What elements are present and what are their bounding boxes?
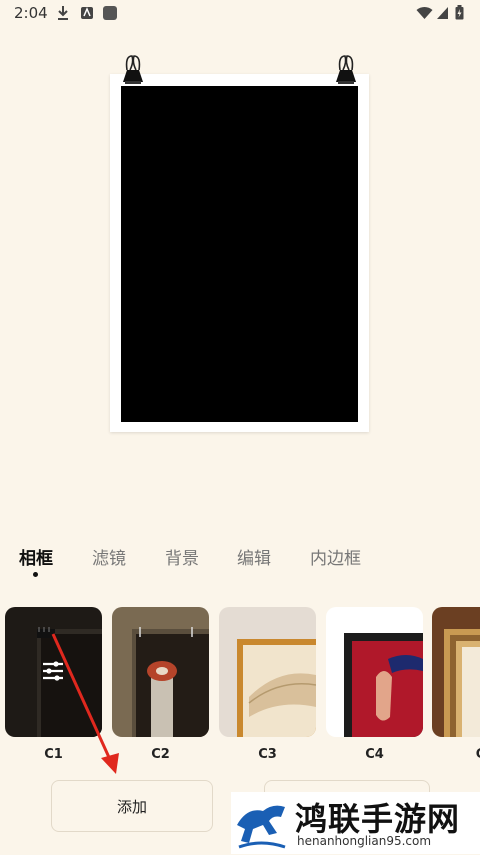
- signal-icon: [436, 5, 449, 24]
- app-notification-icon: [80, 5, 94, 25]
- frame-label-c2: C2: [151, 747, 170, 762]
- frame-preview[interactable]: [110, 55, 369, 432]
- tab-frame[interactable]: 相框: [19, 544, 53, 569]
- wifi-icon: [416, 5, 433, 24]
- frame-label-c1: C1: [44, 747, 63, 762]
- watermark: 鸿联手游网 henanhonglian95.com: [231, 792, 480, 854]
- binder-clip-right-icon: [334, 52, 358, 86]
- square-notification-icon: [102, 5, 118, 25]
- add-button[interactable]: 添加: [51, 780, 213, 832]
- frame-thumb-c2[interactable]: [112, 607, 209, 737]
- tab-inner-border[interactable]: 内边框: [310, 544, 361, 569]
- frame-thumb-c4[interactable]: [326, 607, 423, 737]
- photo-area[interactable]: [121, 86, 358, 422]
- frame-thumb-c3[interactable]: [219, 607, 316, 737]
- frame-thumb-c5[interactable]: [432, 607, 480, 737]
- frame-list: C1 C2 C3 C4: [0, 607, 480, 767]
- adjust-sliders-icon: [41, 659, 65, 687]
- frame-label-c3: C3: [258, 747, 277, 762]
- status-time: 2:04: [14, 4, 48, 22]
- download-icon: [56, 5, 70, 25]
- battery-icon: [455, 5, 464, 24]
- frame-thumb-c1[interactable]: [5, 607, 102, 737]
- tab-background[interactable]: 背景: [165, 544, 199, 569]
- frame-label-c4: C4: [365, 747, 384, 762]
- active-tab-indicator: [33, 572, 38, 577]
- frame-label-c5: C: [432, 747, 480, 762]
- status-bar: 2:04: [0, 0, 480, 26]
- binder-clip-left-icon: [121, 52, 145, 86]
- watermark-url: henanhonglian95.com: [297, 834, 432, 848]
- tab-bar: 相框 滤镜 背景 编辑 内边框: [0, 540, 480, 577]
- tab-edit[interactable]: 编辑: [237, 544, 271, 569]
- watermark-logo-icon: [233, 795, 289, 855]
- tab-filter[interactable]: 滤镜: [92, 544, 126, 569]
